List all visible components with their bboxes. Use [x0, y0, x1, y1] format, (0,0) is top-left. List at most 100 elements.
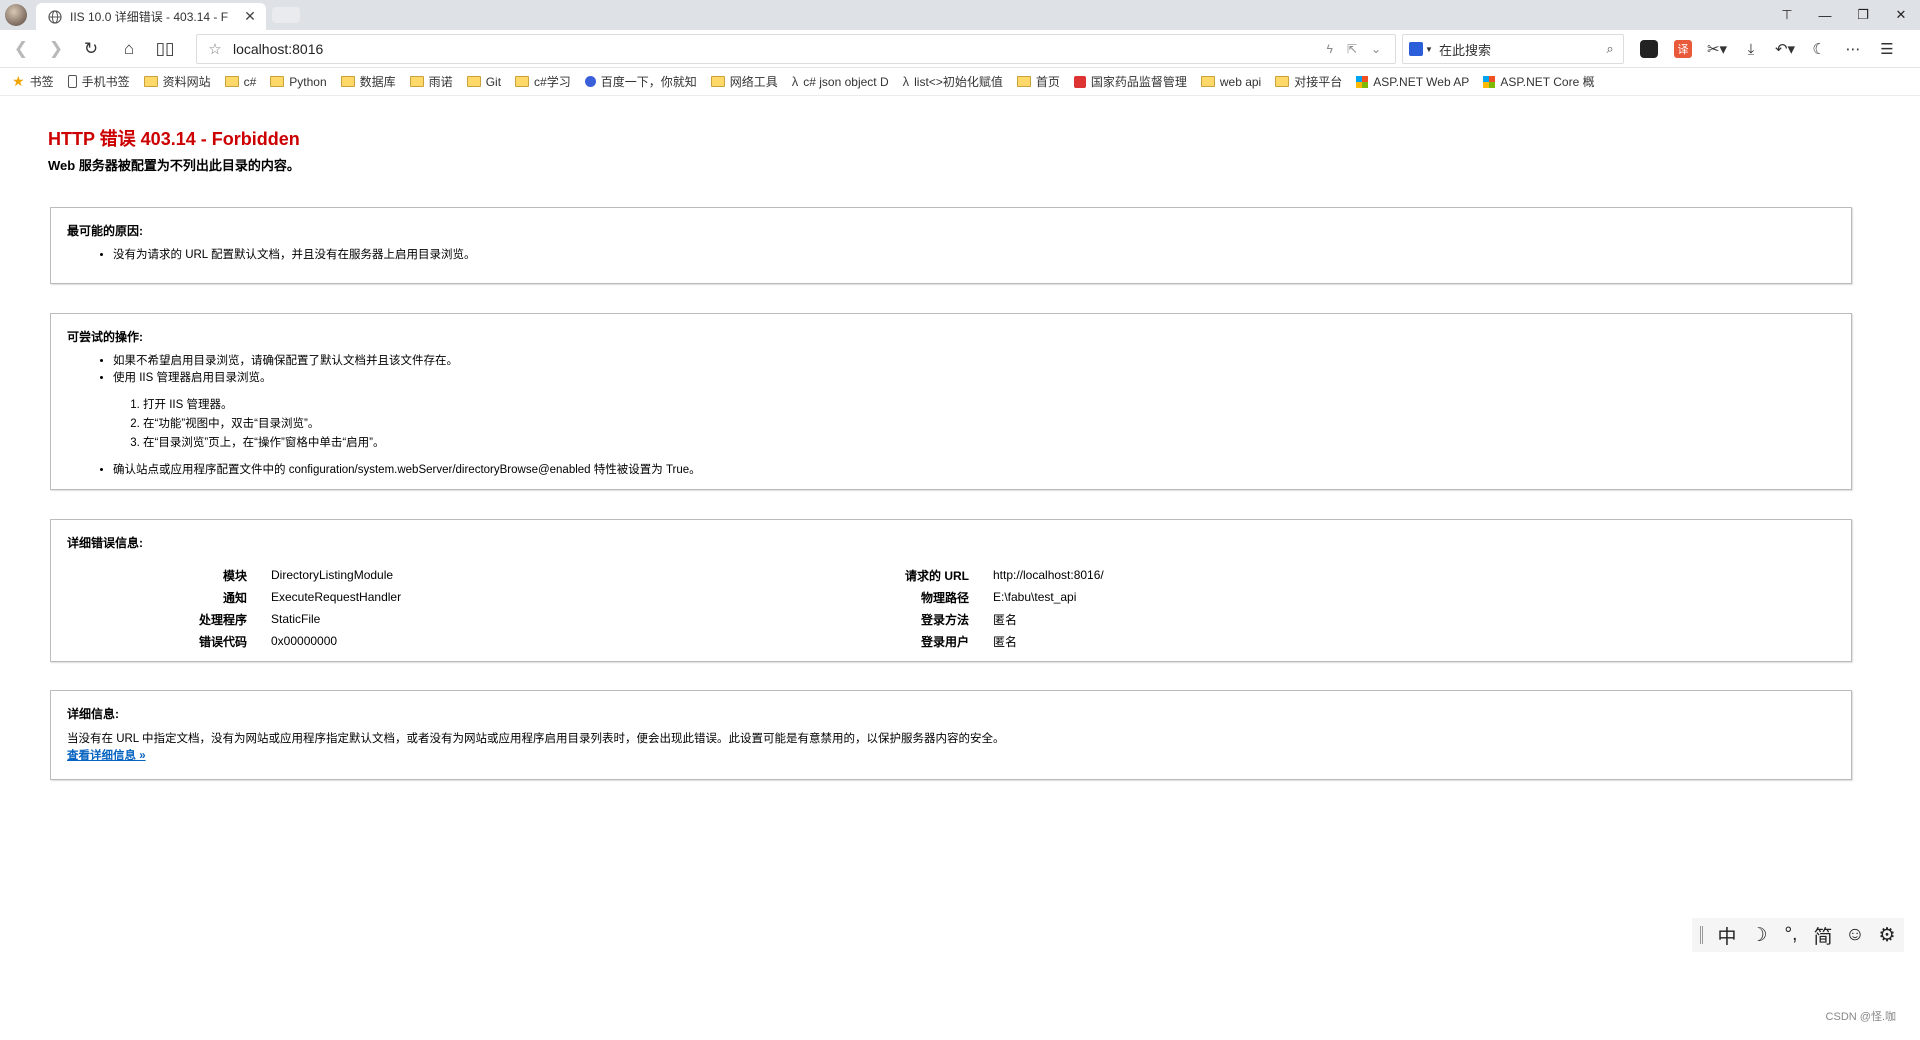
detail-key: 通知 — [222, 590, 247, 605]
bookmark-label: c# — [243, 74, 257, 89]
search-engine-selector[interactable]: ▼ — [1409, 40, 1439, 58]
detail-row: 登录方法 匿名 — [853, 608, 1104, 630]
emoji-icon[interactable]: ☺ — [1839, 924, 1871, 946]
moon-icon[interactable]: ☽ — [1743, 924, 1775, 947]
actions-section: 可尝试的操作: 如果不希望启用目录浏览，请确保配置了默认文档并且该文件存在。 使… — [50, 313, 1852, 490]
close-window-icon[interactable]: ✕ — [1882, 0, 1920, 30]
translate-icon[interactable]: 译 — [1674, 40, 1692, 58]
home-icon[interactable]: ⌂ — [118, 38, 140, 60]
folder-icon — [224, 76, 239, 87]
bookmark-item[interactable]: 对接平台 — [1275, 73, 1342, 90]
bookmark-item[interactable]: 首页 — [1016, 73, 1060, 90]
detail-row: 登录用户 匿名 — [853, 630, 1104, 652]
folder-icon — [270, 76, 285, 87]
ime-language-toggle[interactable]: 中 — [1711, 922, 1743, 949]
undo-icon[interactable]: ↶▾ — [1768, 36, 1802, 62]
detail-key: 模块 — [222, 568, 247, 583]
bookmark-item[interactable]: web api — [1200, 75, 1261, 89]
folder-icon — [340, 76, 355, 87]
settings-icon[interactable]: ⚙ — [1871, 924, 1903, 947]
detail-key: 物理路径 — [920, 590, 969, 605]
detail-value: DirectoryListingModule — [271, 568, 394, 582]
address-dropdown-icon[interactable]: ⌄ — [1371, 42, 1381, 56]
bookmark-item[interactable]: ASP.NET Web AP — [1356, 75, 1469, 89]
detail-row: 处理程序 StaticFile — [151, 608, 401, 630]
ime-toolbar: 中 ☽ °, 简 ☺ ⚙ — [1692, 918, 1904, 952]
more-icon[interactable]: ⋯ — [1836, 36, 1870, 62]
error-subtitle: Web 服务器被配置为不列出此目录的内容。 — [48, 158, 300, 173]
bookmark-item[interactable]: 手机书签 — [67, 73, 130, 90]
search-placeholder[interactable]: 在此搜索 — [1439, 40, 1597, 59]
search-box[interactable]: ▼ 在此搜索 ⌕ — [1402, 34, 1624, 64]
site-icon — [1016, 76, 1031, 87]
forward-icon[interactable]: ❯ — [45, 38, 67, 60]
bookmarks-bar: ★ 书签 手机书签 资料网站 c# Python 数据库 雨诺 Git c#学习 百度一下，你就知 网… — [0, 68, 1920, 96]
bookmark-item[interactable]: 资料网站 — [143, 73, 211, 90]
folder-icon — [143, 76, 158, 87]
detail-key: 请求的 URL — [905, 568, 969, 583]
bookmark-item[interactable]: c#学习 — [515, 73, 571, 90]
restore-icon[interactable]: ❐ — [1844, 0, 1882, 30]
bookmark-label: 资料网站 — [162, 75, 211, 89]
reload-icon[interactable]: ↻ — [80, 38, 102, 60]
star-icon: ★ — [12, 73, 25, 89]
scissors-icon[interactable]: ✂▾ — [1700, 36, 1734, 62]
menu-icon[interactable]: ☰ — [1870, 36, 1904, 62]
bookmark-item[interactable]: 雨诺 — [409, 73, 453, 90]
address-url[interactable]: localhost:8016 — [233, 41, 1327, 57]
action-item-text: 使用 IIS 管理器启用目录浏览。 — [113, 372, 272, 384]
new-tab-button[interactable] — [272, 7, 300, 23]
bookmark-item[interactable]: Python — [270, 75, 327, 89]
profile-avatar[interactable] — [5, 4, 27, 26]
detail-value: 匿名 — [993, 612, 1018, 627]
bookmark-item[interactable]: 网络工具 — [710, 73, 778, 90]
close-tab-icon[interactable]: ✕ — [240, 8, 260, 25]
bookmark-item[interactable]: c# — [224, 74, 257, 89]
bookmark-item[interactable]: ★ 书签 — [12, 73, 54, 90]
detail-row: 请求的 URL http://localhost:8016/ — [853, 564, 1104, 586]
bookmark-label: 数据库 — [359, 75, 396, 89]
share-icon[interactable]: ⇱ — [1347, 42, 1357, 56]
night-mode-icon[interactable]: ☾ — [1802, 36, 1836, 62]
step-item: 在“目录浏览”页上，在“操作”窗格中单击“启用”。 — [143, 435, 1835, 451]
detail-row: 模块 DirectoryListingModule — [151, 564, 401, 586]
lightning-icon[interactable]: ϟ — [1327, 42, 1333, 56]
window-controls: ⊤ — ❐ ✕ — [1768, 0, 1920, 30]
search-icon[interactable]: ⌕ — [1597, 41, 1623, 57]
bookmark-label: 网络工具 — [729, 75, 778, 89]
bookmark-label: c# json object D — [803, 74, 889, 89]
bookmark-item[interactable]: ASP.NET Core 概 — [1483, 73, 1595, 90]
punctuation-toggle[interactable]: °, — [1775, 924, 1807, 946]
reader-icon[interactable]: ▯▯ — [154, 38, 176, 60]
folder-icon — [1275, 76, 1290, 87]
view-more-link[interactable]: 查看详细信息 » — [67, 750, 146, 762]
download-icon[interactable]: ⤓ — [1734, 36, 1768, 62]
bookmark-item[interactable]: λ list<>初始化赋值 — [903, 73, 1003, 90]
detail-value: StaticFile — [271, 612, 321, 626]
extension-icon[interactable] — [1640, 40, 1658, 58]
baidu-icon — [1409, 42, 1423, 56]
tab-title: IIS 10.0 详细错误 - 403.14 - F — [70, 10, 229, 24]
minimize-icon[interactable]: — — [1806, 0, 1844, 30]
folder-icon — [1200, 76, 1215, 87]
bookmark-item[interactable]: 百度一下，你就知 — [584, 73, 697, 90]
detail-row: 物理路径 E:\fabu\test_api — [853, 586, 1104, 608]
pin-icon[interactable]: ⊤ — [1768, 0, 1806, 30]
bookmark-item[interactable]: Git — [466, 74, 502, 89]
bookmark-item[interactable]: λ c# json object D — [792, 74, 889, 89]
back-icon[interactable]: ❮ — [10, 38, 32, 60]
details-left-table: 模块 DirectoryListingModule 通知 ExecuteReques… — [151, 564, 401, 652]
bookmark-label: c#学习 — [534, 75, 571, 89]
bookmark-label: 雨诺 — [428, 75, 453, 89]
page-content: HTTP 错误 403.14 - Forbidden Web 服务器被配置为不列… — [0, 97, 1920, 1040]
ime-drag-handle[interactable] — [1700, 926, 1703, 944]
address-bar[interactable]: ☆ localhost:8016 ϟ ⇱ ⌄ — [196, 34, 1396, 64]
bookmark-item[interactable]: 数据库 — [340, 73, 396, 90]
bookmark-star-icon[interactable]: ☆ — [197, 40, 233, 58]
bookmark-label: Git — [485, 74, 502, 89]
active-tab[interactable]: IIS 10.0 详细错误 - 403.14 - F ✕ — [36, 3, 266, 30]
bookmark-item[interactable]: 国家药品监督管理 — [1073, 73, 1187, 90]
phone-icon — [67, 75, 77, 88]
simplified-toggle[interactable]: 简 — [1807, 922, 1839, 949]
folder-icon — [466, 76, 481, 87]
